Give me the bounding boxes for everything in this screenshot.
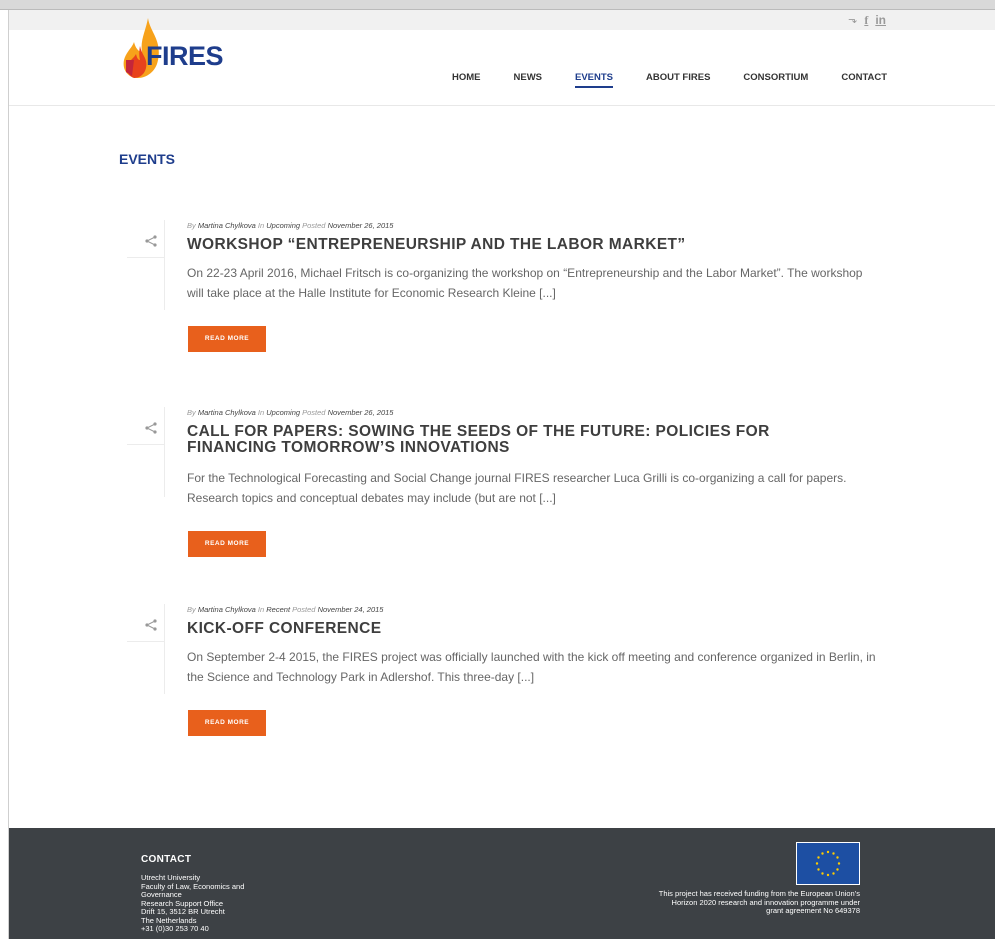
post-category[interactable]: Recent: [266, 605, 290, 614]
divider: [127, 641, 165, 642]
meta-in-label: In: [257, 605, 265, 614]
post-date: November 26, 2015: [327, 221, 394, 230]
post-excerpt: On 22-23 April 2016, Michael Fritsch is …: [187, 266, 863, 300]
social-links: ⬎ f in: [848, 13, 886, 27]
post-author[interactable]: Martina Chylkova: [198, 221, 256, 230]
twitter-icon[interactable]: ⬎: [848, 13, 857, 27]
meta-posted-label: Posted: [302, 408, 326, 417]
post-title[interactable]: CALL FOR PAPERS: SOWING THE SEEDS OF THE…: [187, 424, 847, 456]
meta-by-label: By: [187, 605, 196, 614]
meta-in-label: In: [257, 221, 265, 230]
post-category[interactable]: Upcoming: [266, 408, 300, 417]
share-icon[interactable]: [144, 618, 158, 632]
post-title[interactable]: WORKSHOP “ENTREPRENEURSHIP AND THE LABOR…: [187, 237, 847, 253]
eu-flag-icon: [796, 842, 860, 885]
share-column: [127, 220, 165, 310]
read-more-button[interactable]: READ MORE: [188, 531, 266, 557]
logo-text: FIRES: [146, 41, 224, 71]
read-more-button[interactable]: READ MORE: [188, 710, 266, 736]
meta-posted-label: Posted: [302, 221, 326, 230]
nav-home[interactable]: HOME: [452, 72, 481, 88]
browser-frame-top: [0, 0, 995, 10]
post-meta: By Martina Chylkova In Upcoming Posted N…: [187, 221, 393, 230]
post-date: November 26, 2015: [327, 408, 394, 417]
post-excerpt: For the Technological Forecasting and So…: [187, 471, 847, 505]
linkedin-icon[interactable]: in: [875, 13, 886, 27]
logo[interactable]: FIRES: [118, 16, 238, 86]
funding-line: grant agreement No 649378: [766, 906, 860, 915]
page: ⬎ f in FIRES HOME NEWS EVENTS ABOUT FIRE…: [8, 10, 995, 939]
nav-news[interactable]: NEWS: [514, 72, 543, 88]
meta-in-label: In: [257, 408, 265, 417]
meta-posted-label: Posted: [292, 605, 316, 614]
contact-address: Utrecht University Faculty of Law, Econo…: [141, 873, 301, 934]
nav-about-fires[interactable]: ABOUT FIRES: [646, 72, 710, 88]
divider: [127, 257, 165, 258]
divider: [127, 444, 165, 445]
share-column: [127, 604, 165, 694]
post-excerpt: On September 2-4 2015, the FIRES project…: [187, 650, 876, 684]
meta-by-label: By: [187, 221, 196, 230]
meta-by-label: By: [187, 408, 196, 417]
share-icon[interactable]: [144, 421, 158, 435]
page-title: EVENTS: [119, 151, 176, 167]
share-column: [127, 407, 165, 497]
address-line: +31 (0)30 253 70 40: [141, 924, 209, 933]
post-author[interactable]: Martina Chylkova: [198, 408, 256, 417]
nav-contact[interactable]: CONTACT: [841, 72, 887, 88]
funding-notice: This project has received funding from t…: [609, 889, 860, 916]
post-category[interactable]: Upcoming: [266, 221, 300, 230]
post-title[interactable]: KICK-OFF CONFERENCE: [187, 621, 847, 637]
read-more-button[interactable]: READ MORE: [188, 326, 266, 352]
share-icon[interactable]: [144, 234, 158, 248]
site-header: FIRES HOME NEWS EVENTS ABOUT FIRES CONSO…: [9, 18, 995, 106]
post-meta: By Martina Chylkova In Upcoming Posted N…: [187, 408, 393, 417]
post-author[interactable]: Martina Chylkova: [198, 605, 256, 614]
main-nav: HOME NEWS EVENTS ABOUT FIRES CONSORTIUM …: [452, 72, 920, 88]
post-date: November 24, 2015: [317, 605, 384, 614]
footer-contact-title: CONTACT: [141, 854, 192, 865]
facebook-icon[interactable]: f: [864, 13, 868, 27]
post-meta: By Martina Chylkova In Recent Posted Nov…: [187, 605, 383, 614]
nav-events[interactable]: EVENTS: [575, 72, 614, 88]
site-footer: CONTACT Utrecht University Faculty of La…: [9, 828, 995, 939]
nav-consortium[interactable]: CONSORTIUM: [743, 72, 808, 88]
eu-stars-icon: [815, 850, 841, 877]
